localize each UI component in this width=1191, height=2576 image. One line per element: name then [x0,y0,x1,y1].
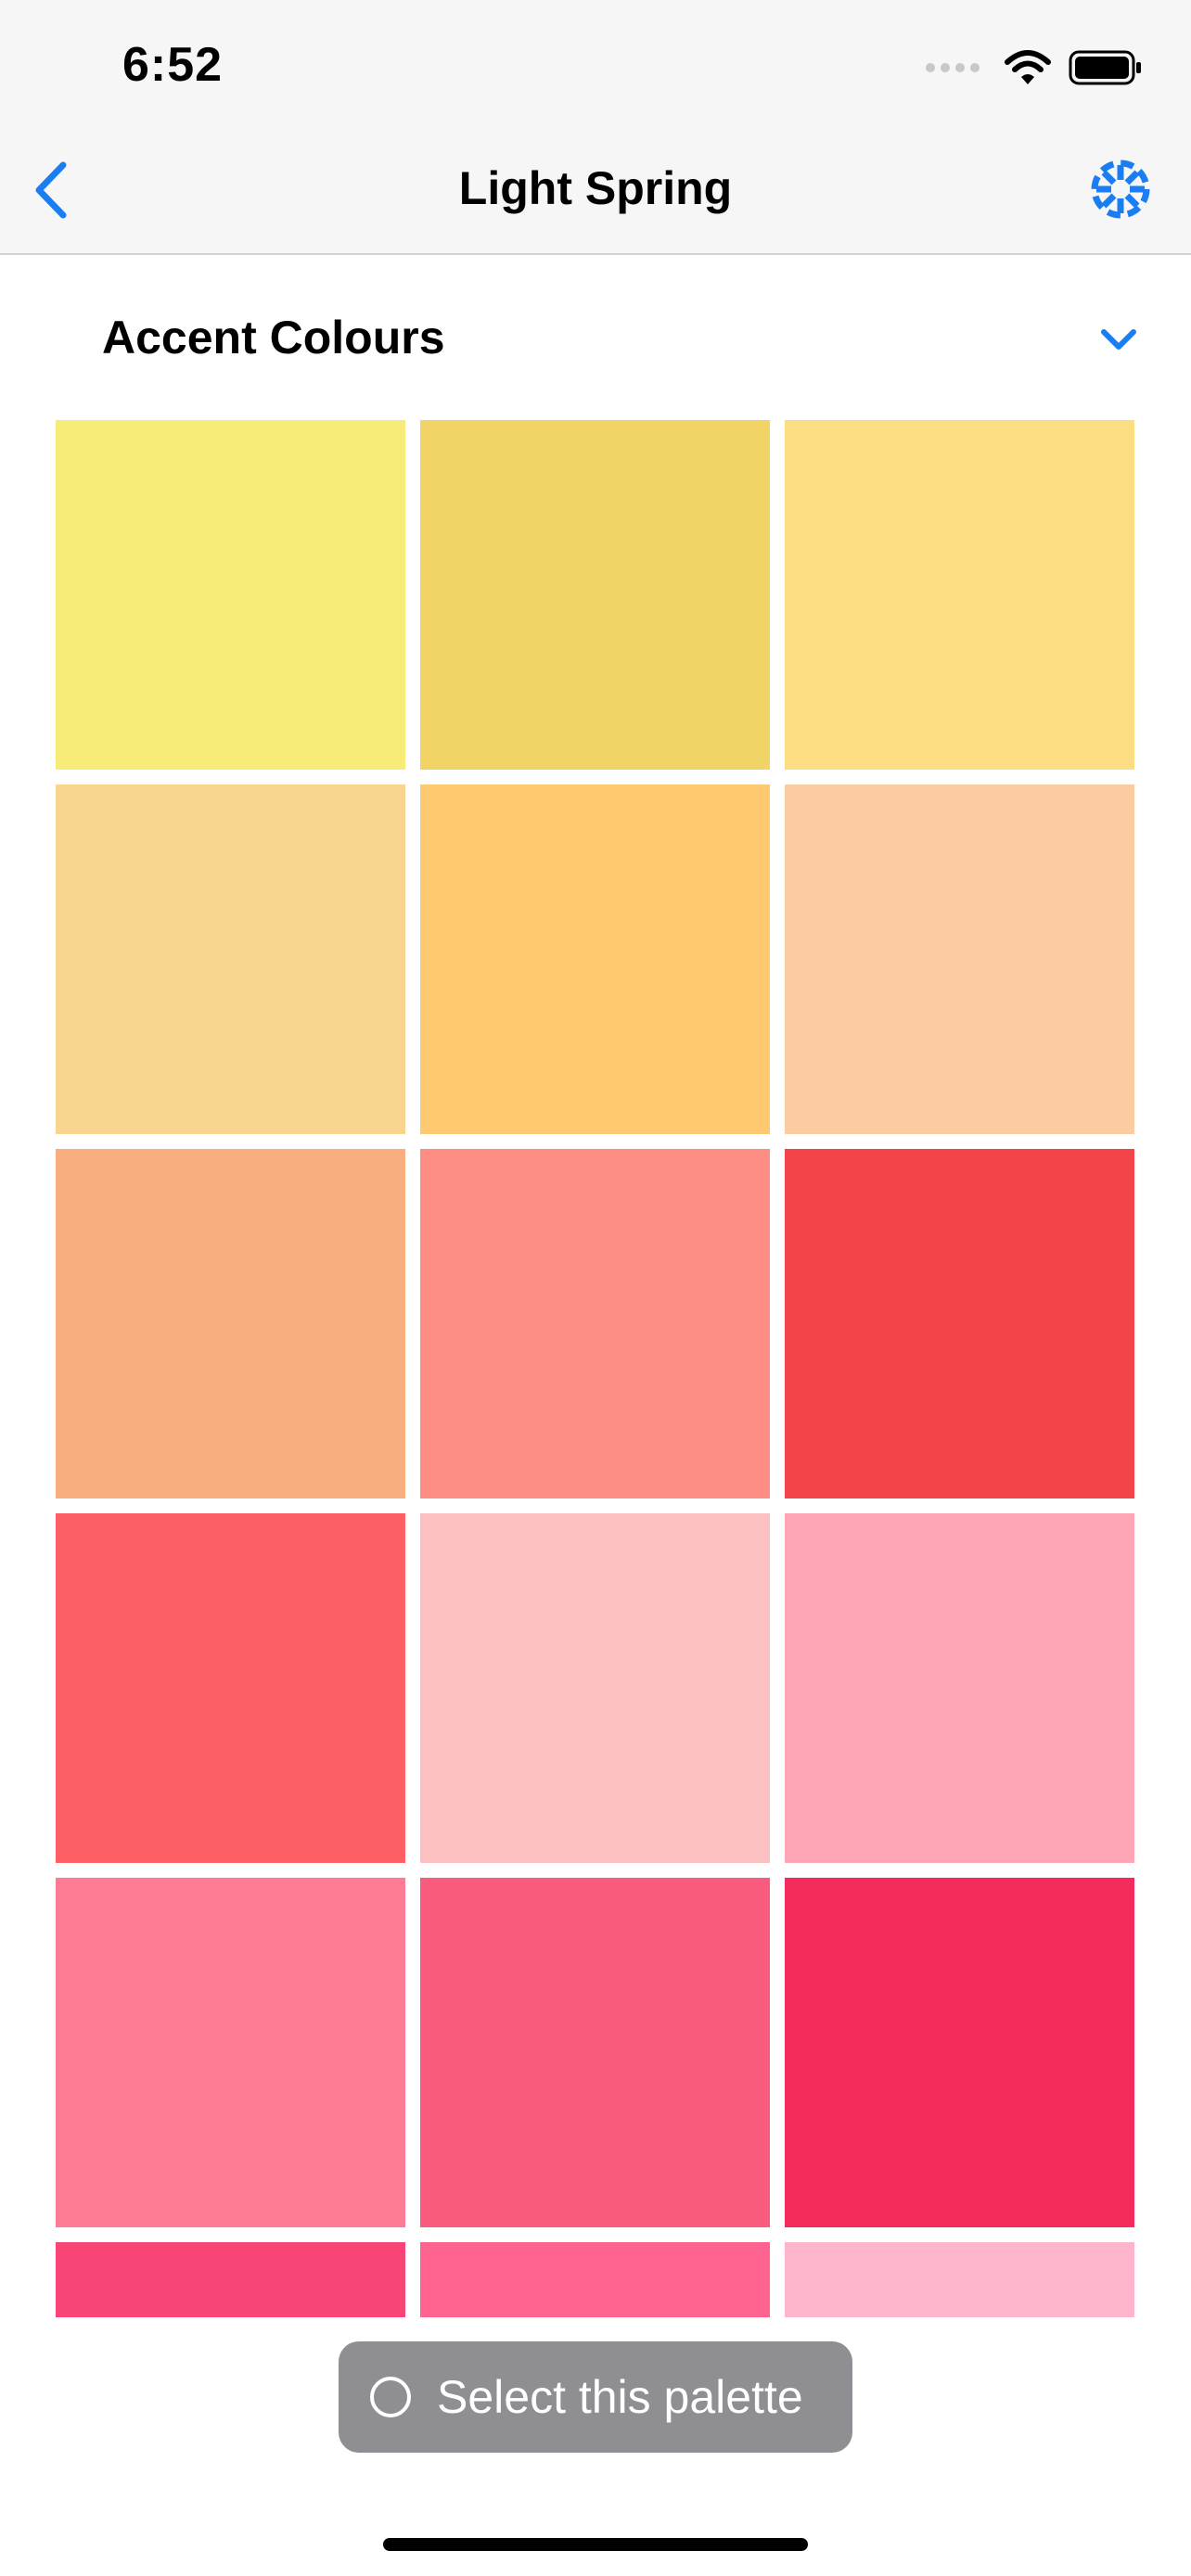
page-title: Light Spring [458,162,733,214]
section-header[interactable]: Accent Colours [0,255,1191,422]
color-swatch[interactable] [56,1513,405,1863]
select-palette-button[interactable]: Select this palette [339,2341,852,2453]
section-title: Accent Colours [102,312,445,363]
color-swatch[interactable] [56,1878,405,2227]
select-palette-label: Select this palette [437,2371,803,2423]
color-swatch[interactable] [785,784,1134,1134]
color-swatch[interactable] [785,1149,1134,1498]
swatch-grid [56,420,1135,2317]
color-swatch[interactable] [56,420,405,770]
color-swatch[interactable] [420,1878,770,2227]
status-indicators [926,45,1143,91]
color-swatch[interactable] [785,2242,1134,2317]
status-time: 6:52 [122,38,224,92]
color-swatch[interactable] [785,1878,1134,2227]
color-wheel-icon[interactable] [1091,159,1150,219]
color-swatch[interactable] [420,784,770,1134]
color-swatch[interactable] [420,2242,770,2317]
color-swatch[interactable] [56,1149,405,1498]
color-swatch[interactable] [56,784,405,1134]
battery-icon [1069,50,1141,85]
wifi-icon [1005,50,1051,84]
cellular-signal-icon [926,63,980,72]
radio-circle-icon [370,2377,411,2417]
navigation-bar: 6:52 Light Spring [0,0,1191,255]
chevron-down-icon[interactable] [1098,325,1139,353]
color-swatch[interactable] [420,420,770,770]
color-swatch[interactable] [420,1513,770,1863]
home-indicator [383,2538,808,2551]
color-swatch[interactable] [56,2242,405,2317]
color-swatch[interactable] [420,1149,770,1498]
color-swatch[interactable] [785,420,1134,770]
palette-screen: 6:52 Light Spring Accent Colours Select … [0,0,1191,2576]
color-swatch[interactable] [785,1513,1134,1863]
